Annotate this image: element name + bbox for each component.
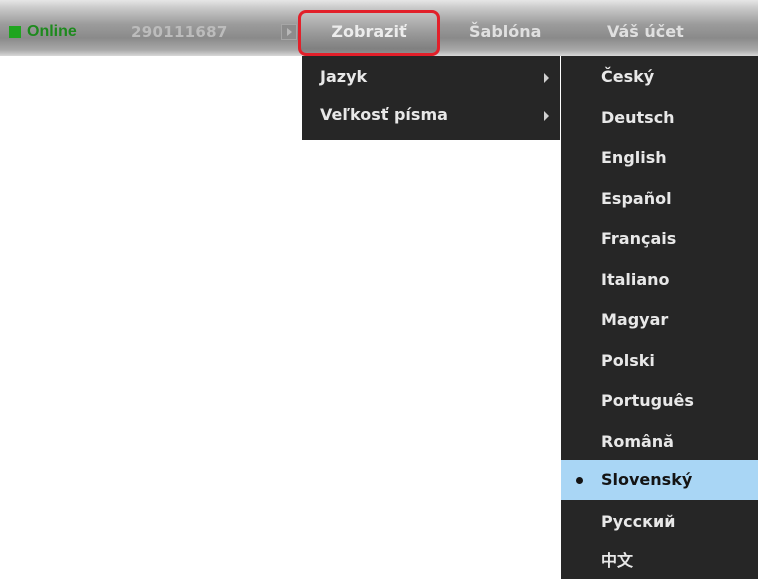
arrow-right-icon — [281, 24, 297, 40]
language-label: Magyar — [601, 310, 669, 329]
language-item[interactable]: Deutsch — [561, 98, 758, 138]
menu-item-label: Veľkosť písma — [320, 105, 448, 124]
menu-view-button[interactable]: Zobraziť — [298, 10, 440, 56]
language-label: Română — [601, 432, 674, 451]
language-label: 中文 — [601, 551, 634, 570]
language-item[interactable]: Română — [561, 422, 758, 462]
chevron-right-icon — [544, 111, 549, 121]
online-status-icon — [9, 26, 21, 38]
user-id: 290111687 — [131, 23, 228, 41]
language-label: Italiano — [601, 270, 670, 289]
language-item[interactable]: English — [561, 138, 758, 178]
selected-bullet-icon — [576, 477, 583, 484]
menu-account-button[interactable]: Váš účet — [607, 23, 684, 41]
menu-item-font-size[interactable]: Veľkosť písma — [302, 98, 560, 134]
language-label: Český — [601, 67, 655, 86]
language-label: English — [601, 148, 667, 167]
language-label: Português — [601, 391, 694, 410]
language-item[interactable]: Русский — [561, 502, 758, 542]
language-item-selected[interactable]: Slovenský — [561, 460, 758, 500]
language-submenu: Český Deutsch English Español Français I… — [561, 56, 758, 579]
language-label: Español — [601, 189, 672, 208]
view-dropdown-menu: Jazyk Veľkosť písma — [302, 56, 560, 140]
online-status-label: Online — [27, 23, 77, 40]
language-item[interactable]: 中文 — [561, 541, 758, 579]
language-item[interactable]: Français — [561, 219, 758, 259]
menu-item-language[interactable]: Jazyk — [302, 60, 560, 96]
language-label: Slovenský — [601, 470, 693, 489]
top-menu-bar: Online 290111687 Zobraziť Šablóna Váš úč… — [0, 0, 758, 56]
language-item[interactable]: Português — [561, 381, 758, 421]
language-label: Deutsch — [601, 108, 675, 127]
language-label: Français — [601, 229, 677, 248]
language-item[interactable]: Český — [561, 57, 758, 97]
language-item[interactable]: Español — [561, 179, 758, 219]
chevron-right-icon — [544, 73, 549, 83]
menu-item-label: Jazyk — [320, 67, 368, 86]
menu-template-button[interactable]: Šablóna — [469, 23, 541, 41]
language-label: Polski — [601, 351, 655, 370]
language-item[interactable]: Polski — [561, 341, 758, 381]
language-item[interactable]: Italiano — [561, 260, 758, 300]
language-label: Русский — [601, 512, 676, 531]
language-item[interactable]: Magyar — [561, 300, 758, 340]
